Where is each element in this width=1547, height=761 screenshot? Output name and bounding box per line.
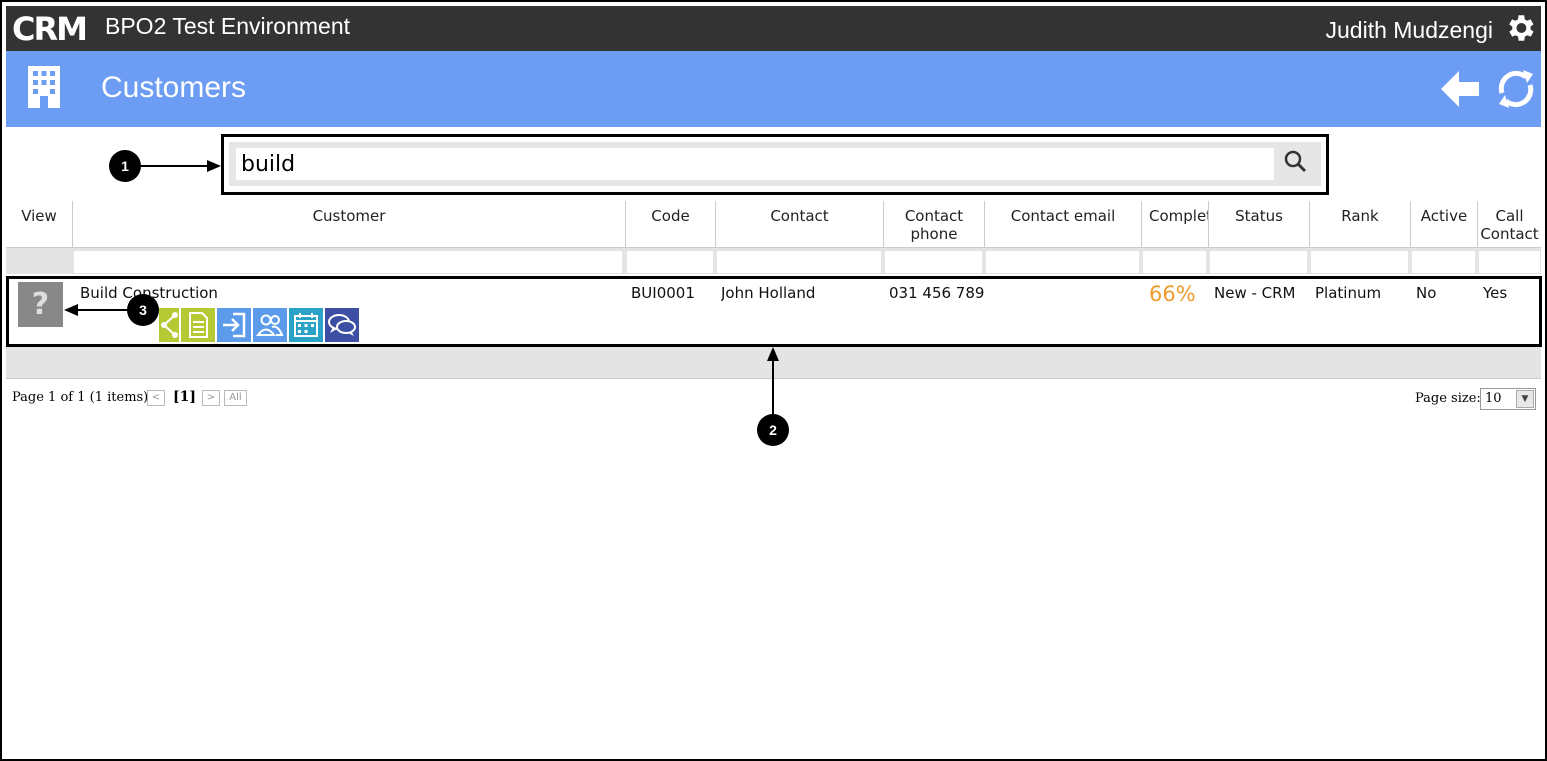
- col-header-call-contact[interactable]: Call Contact: [1477, 201, 1541, 247]
- cell-complete: 66%: [1149, 282, 1196, 306]
- share-icon[interactable]: [159, 308, 179, 342]
- col-header-contact[interactable]: Contact: [715, 201, 883, 247]
- page-size-value: 10: [1485, 391, 1502, 406]
- refresh-icon[interactable]: [1495, 68, 1537, 110]
- pager-all-button[interactable]: All: [224, 390, 247, 406]
- search-box: [221, 134, 1329, 195]
- filter-contact-email[interactable]: [986, 251, 1139, 273]
- search-input[interactable]: [236, 148, 1274, 180]
- callout-2: 2: [757, 414, 789, 446]
- filter-contact[interactable]: [717, 251, 881, 273]
- page-title: Customers: [101, 71, 247, 104]
- filter-customer[interactable]: [74, 251, 622, 273]
- col-header-complete[interactable]: Complete: [1141, 201, 1208, 247]
- svg-text:CRM: CRM: [12, 11, 86, 45]
- user-name[interactable]: Judith Mudzengi: [1326, 17, 1494, 44]
- col-header-rank[interactable]: Rank: [1309, 201, 1410, 247]
- cell-rank: Platinum: [1315, 284, 1382, 302]
- col-header-contact-email[interactable]: Contact email: [984, 201, 1141, 247]
- cell-code: BUI0001: [631, 284, 695, 302]
- col-header-status[interactable]: Status: [1208, 201, 1309, 247]
- building-icon: [28, 66, 60, 108]
- cell-contact: John Holland: [721, 284, 816, 302]
- contacts-icon[interactable]: [253, 308, 287, 342]
- col-header-contact-phone[interactable]: Contact phone: [883, 201, 984, 247]
- callout-1-arrow: [141, 160, 221, 172]
- login-icon[interactable]: [217, 308, 251, 342]
- search-bar: [229, 142, 1321, 186]
- table-row[interactable]: ? Build Construction BUI0001 John Hollan…: [6, 276, 1542, 347]
- cell-status: New - CRM: [1214, 284, 1296, 302]
- calendar-icon[interactable]: [289, 308, 323, 342]
- cell-call-contact: Yes: [1483, 284, 1508, 302]
- callout-2-arrow: [767, 347, 779, 415]
- back-arrow-icon[interactable]: [1439, 68, 1481, 110]
- filter-status[interactable]: [1210, 251, 1307, 273]
- filter-rank[interactable]: [1311, 251, 1408, 273]
- chat-icon[interactable]: [325, 308, 359, 342]
- page-header: Customers: [6, 51, 1541, 127]
- pager-prev-button[interactable]: <: [147, 390, 165, 406]
- grid-header: View Customer Code Contact Contact phone…: [6, 201, 1541, 247]
- filter-contact-phone[interactable]: [885, 251, 982, 273]
- callout-3: 3: [127, 294, 159, 326]
- crm-logo[interactable]: CRM: [12, 11, 96, 45]
- pager-summary: Page 1 of 1 (1 items): [12, 390, 149, 405]
- top-bar: CRM BPO2 Test Environment Judith Mudzeng…: [6, 6, 1541, 51]
- filter-code[interactable]: [627, 251, 713, 273]
- gear-icon[interactable]: [1503, 11, 1537, 45]
- page-size-select[interactable]: 10 ▼: [1480, 388, 1536, 410]
- col-header-customer[interactable]: Customer: [72, 201, 625, 247]
- filter-call-contact[interactable]: [1479, 251, 1540, 273]
- environment-title: BPO2 Test Environment: [105, 13, 351, 39]
- col-header-code[interactable]: Code: [625, 201, 715, 247]
- callout-3-arrow: [64, 304, 130, 316]
- filter-row: [6, 247, 1541, 274]
- col-header-active[interactable]: Active: [1410, 201, 1477, 247]
- document-icon[interactable]: [181, 308, 215, 342]
- callout-1: 1: [109, 150, 141, 182]
- chevron-down-icon[interactable]: ▼: [1516, 390, 1534, 408]
- cell-contact-phone: 031 456 789: [889, 284, 984, 302]
- filter-complete[interactable]: [1143, 251, 1206, 273]
- col-header-view[interactable]: View: [6, 201, 72, 247]
- page-size-label: Page size:: [1415, 391, 1481, 406]
- cell-active: No: [1416, 284, 1437, 302]
- search-icon[interactable]: [1281, 148, 1311, 178]
- pager-next-button[interactable]: >: [202, 390, 220, 406]
- unknown-customer-icon[interactable]: ?: [18, 282, 63, 327]
- filter-active[interactable]: [1412, 251, 1475, 273]
- pager-current-page[interactable]: [1]: [173, 389, 196, 405]
